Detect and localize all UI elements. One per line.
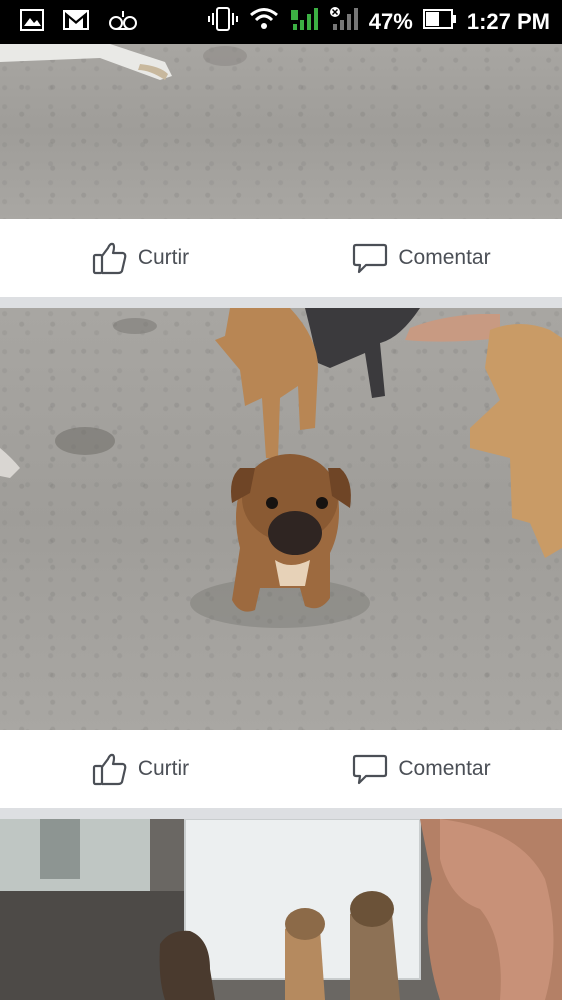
battery-percentage: 47% xyxy=(368,9,413,34)
post-action-bar: Curtir Comentar xyxy=(0,730,562,808)
image-notification-icon xyxy=(20,8,44,36)
comment-bubble-icon xyxy=(352,751,388,787)
thumbs-up-icon xyxy=(92,240,128,276)
photo-content xyxy=(0,819,562,1000)
like-label: Curtir xyxy=(137,246,190,269)
status-bar: 47% 1:27 PM xyxy=(0,0,562,44)
comment-bubble-icon xyxy=(352,240,388,276)
like-button[interactable]: Curtir xyxy=(0,730,281,808)
comment-label: Comentar xyxy=(398,757,491,780)
no-signal-icon xyxy=(329,6,359,38)
post-photo[interactable] xyxy=(0,44,562,219)
vibrate-icon xyxy=(207,6,239,38)
photo-content xyxy=(0,44,247,80)
like-label: Curtir xyxy=(137,757,190,780)
clock: 1:27 PM xyxy=(466,9,550,34)
gmail-icon xyxy=(62,9,90,36)
wifi-icon xyxy=(249,7,279,37)
like-button[interactable]: Curtir xyxy=(0,219,281,297)
post-photo[interactable] xyxy=(0,308,562,730)
comment-button[interactable]: Comentar xyxy=(281,730,562,808)
post-photo[interactable] xyxy=(0,819,562,1000)
sim-signal-icon xyxy=(289,6,319,38)
post-action-bar: Curtir Comentar xyxy=(0,219,562,297)
photo-content xyxy=(0,308,562,628)
comment-label: Comentar xyxy=(398,246,491,269)
battery-icon xyxy=(422,8,457,36)
thumbs-up-icon xyxy=(92,751,128,787)
voicemail-icon xyxy=(108,9,138,36)
comment-button[interactable]: Comentar xyxy=(281,219,562,297)
